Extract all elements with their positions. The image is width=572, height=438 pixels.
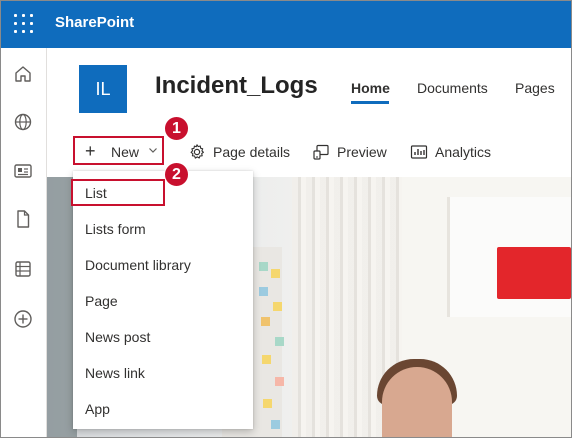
chevron-down-icon bbox=[149, 148, 157, 153]
menu-item-document-library[interactable]: Document library bbox=[73, 248, 253, 284]
suite-bar: SharePoint bbox=[0, 0, 572, 48]
analytics-button[interactable]: Analytics bbox=[410, 141, 491, 163]
site-title[interactable]: Incident_Logs bbox=[155, 72, 318, 100]
lists-icon[interactable] bbox=[12, 258, 34, 280]
page-details-button[interactable]: Page details bbox=[188, 141, 290, 163]
menu-item-news-link[interactable]: News link bbox=[73, 356, 253, 392]
menu-item-lists-form[interactable]: Lists form bbox=[73, 212, 253, 248]
menu-item-app[interactable]: App bbox=[73, 392, 253, 428]
preview-button[interactable]: Preview bbox=[312, 141, 387, 163]
nav-home[interactable]: Home bbox=[351, 80, 390, 96]
nav-home-underline bbox=[351, 101, 389, 104]
preview-label: Preview bbox=[337, 144, 387, 160]
globe-icon[interactable] bbox=[12, 111, 34, 133]
gear-icon bbox=[190, 144, 204, 159]
list-highlight-box bbox=[71, 179, 165, 206]
page-details-label: Page details bbox=[213, 144, 291, 160]
plus-icon: + bbox=[85, 141, 96, 161]
analytics-icon bbox=[410, 145, 428, 159]
app-launcher-icon[interactable] bbox=[12, 12, 36, 36]
menu-item-page[interactable]: Page bbox=[73, 284, 253, 320]
new-menu: List Lists form Document library Page Ne… bbox=[73, 171, 253, 429]
step-badge-1: 1 bbox=[164, 116, 189, 141]
new-button[interactable]: + New bbox=[73, 136, 164, 165]
preview-icon bbox=[313, 144, 329, 160]
menu-item-news-post[interactable]: News post bbox=[73, 320, 253, 356]
site-logo[interactable]: IL bbox=[79, 65, 127, 113]
create-icon[interactable] bbox=[12, 308, 34, 330]
nav-pages[interactable]: Pages bbox=[515, 80, 555, 96]
home-icon[interactable] bbox=[12, 63, 34, 85]
nav-documents[interactable]: Documents bbox=[417, 80, 488, 96]
news-icon[interactable] bbox=[12, 160, 34, 182]
document-icon[interactable] bbox=[12, 208, 34, 230]
step-badge-2: 2 bbox=[164, 162, 189, 187]
suite-brand[interactable]: SharePoint bbox=[55, 14, 134, 31]
analytics-label: Analytics bbox=[435, 144, 492, 160]
left-rail bbox=[0, 48, 47, 438]
new-button-label: New bbox=[111, 144, 140, 160]
